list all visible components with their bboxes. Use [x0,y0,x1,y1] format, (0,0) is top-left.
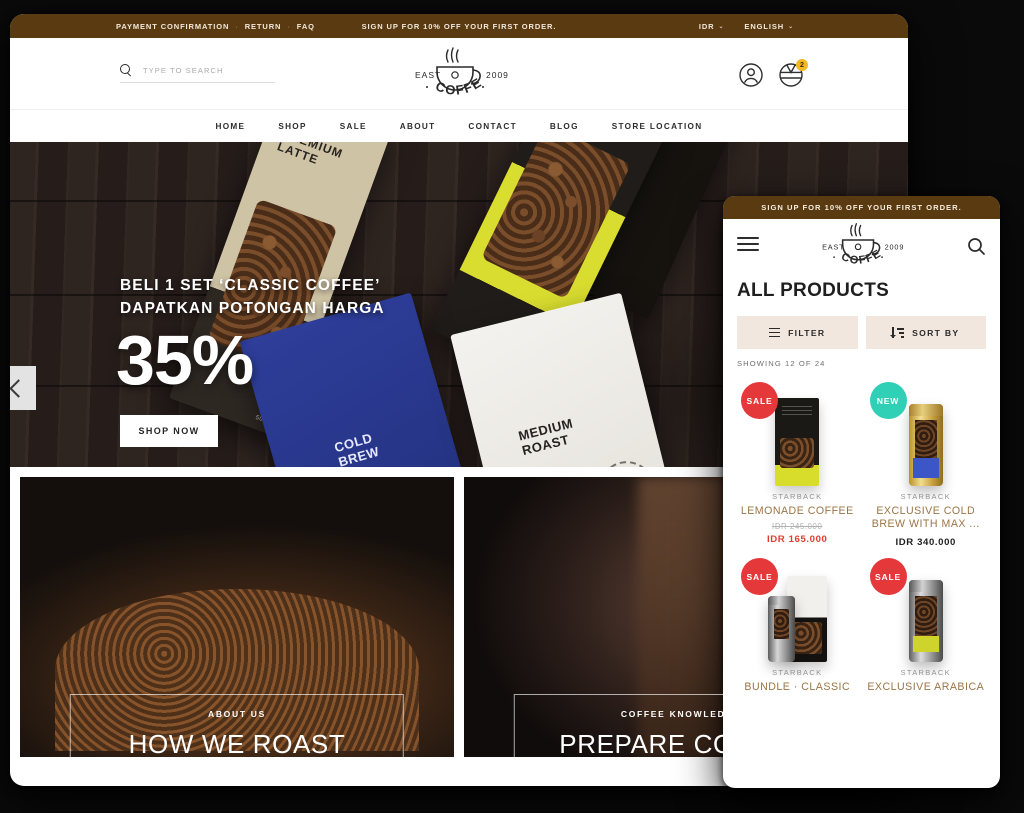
hamburger-icon-line [737,243,759,245]
promo-title: HOW WE ROAST [128,729,346,757]
filter-button[interactable]: FILTER [737,316,858,349]
hero-headline-line1: BELI 1 SET ‘CLASSIC COFFEE’ [120,277,381,294]
product-image: SALE [866,552,987,663]
package-illustration [767,576,827,663]
language-label: ENGLISH [744,21,785,31]
header-icon-group: 2 [738,59,808,88]
product-brand: STARBACK [900,492,951,501]
hamburger-icon-line [737,249,759,251]
product-image: NEW [866,376,987,486]
nav-item-shop[interactable]: SHOP [278,122,306,131]
coffee-cup-logo-icon: EAST 2009 COFFEE [807,213,905,267]
product-brand: STARBACK [772,668,823,678]
package-illustration [908,580,943,663]
product-card[interactable]: NEW STARBACK EXCLUSIVE COLD BREW WITH MA… [866,376,987,548]
carousel-prev-button[interactable] [10,366,36,410]
status-badge: SALE [741,382,778,419]
cart-count-badge: 2 [796,59,808,71]
site-header: EAST 2009 COFFEE [10,38,908,109]
promo-kicker: ABOUT US [208,709,266,719]
cart-button[interactable]: 2 [778,59,808,88]
nav-item-home[interactable]: HOME [216,122,246,131]
nav-item-contact[interactable]: CONTACT [468,122,517,131]
product-price: IDR 165.000 [767,534,828,546]
nav-item-about[interactable]: ABOUT [400,122,436,131]
svg-text:2009: 2009 [885,242,905,251]
promo-title: PREPARE COFFEE [559,729,803,757]
status-badge: SALE [869,558,907,596]
bag-label-premium-latte: PREMIUM LATTE [275,142,345,167]
svg-text:EAST: EAST [822,242,844,251]
hero-headline-line2: DAPATKAN POTONGAN HARGA [120,300,385,318]
nav-item-sale[interactable]: SALE [340,122,367,131]
shop-now-button[interactable]: SHOP NOW [120,415,218,447]
mobile-search-button[interactable] [967,237,986,261]
search-icon [120,64,133,77]
coffee-cup-logo-icon: EAST 2009 COFFEE [401,46,509,98]
currency-label: IDR [698,21,715,31]
svg-text:2009: 2009 [486,70,509,80]
product-image: SALE [737,552,858,663]
nav-item-store-location[interactable]: STORE LOCATION [612,122,703,131]
promo-card-about-us[interactable]: ABOUT US HOW WE ROAST [20,477,454,757]
product-old-price: IDR 245.000 [772,522,823,532]
hamburger-icon-line [737,237,759,239]
mobile-header: EAST 2009 COFFEE [723,213,1000,275]
product-image: SALE [737,376,858,486]
hero-copy: BELI 1 SET ‘CLASSIC COFFEE’ DAPATKAN POT… [116,274,385,447]
language-selector[interactable]: ENGLISH ⌄ [744,22,794,31]
product-card[interactable]: SALE STARBACK BUNDLE · CLASSIC [737,552,858,694]
product-meta: STARBACK BUNDLE · CLASSIC [737,662,858,694]
list-controls: FILTER SORT BY [737,316,986,349]
package-illustration [775,398,820,486]
mobile-announcement-bar: SIGN UP FOR 10% OFF YOUR FIRST ORDER. [723,196,1000,219]
locale-selectors: IDR ⌄ ENGLISH ⌄ [699,22,794,31]
product-card[interactable]: SALE STARBACK EXCLUSIVE ARABICA [866,552,987,694]
package-illustration [908,404,943,486]
page-title: ALL PRODUCTS [737,280,890,301]
nav-item-blog[interactable]: BLOG [550,122,579,131]
announcement-bar: PAYMENT CONFIRMATION · RETURN · FAQ SIGN… [10,14,908,38]
chevron-down-icon: ⌄ [788,23,794,30]
chevron-down-icon: ⌄ [718,23,725,30]
search-icon [968,238,985,255]
results-count: SHOWING 12 OF 24 [737,359,826,368]
hero-discount-value: 35% [116,320,254,399]
promo-caption: COFFEE KNOWLEDGE PREPARE COFFEE [513,694,849,757]
mobile-content: ALL PRODUCTS FILTER SORT BY SHOWING 12 O… [723,280,1000,695]
sort-icon [890,327,905,338]
user-icon [739,63,763,87]
sort-label: SORT BY [912,327,960,338]
sort-by-button[interactable]: SORT BY [865,316,986,349]
product-brand: STARBACK [900,668,951,678]
site-logo[interactable]: EAST 2009 COFFEE [394,46,524,102]
product-price: IDR 340.000 [895,537,956,549]
menu-button[interactable] [737,237,759,251]
product-meta: STARBACK EXCLUSIVE COLD BREW WITH MAX ..… [866,486,987,548]
product-name[interactable]: BUNDLE · CLASSIC [737,681,858,694]
filter-label: FILTER [788,327,826,338]
product-meta: STARBACK LEMONADE COFFEE IDR 245.000 IDR… [737,486,858,545]
currency-selector[interactable]: IDR ⌄ [699,22,725,31]
product-name[interactable]: EXCLUSIVE COLD BREW WITH MAX ... [866,505,987,531]
product-meta: STARBACK EXCLUSIVE ARABICA [866,662,987,694]
search-box[interactable] [120,64,275,83]
chevron-left-icon [10,378,28,398]
product-name[interactable]: LEMONADE COFFEE [737,505,858,518]
filter-icon [769,327,781,338]
promo-kicker: COFFEE KNOWLEDGE [620,709,742,719]
svg-text:EAST: EAST [415,70,441,80]
product-name[interactable]: EXCLUSIVE ARABICA [866,681,987,694]
promo-caption: ABOUT US HOW WE ROAST [69,694,405,757]
screenshot-stage: PAYMENT CONFIRMATION · RETURN · FAQ SIGN… [0,0,1024,813]
account-button[interactable] [738,62,764,88]
product-brand: STARBACK [772,492,823,501]
search-input[interactable] [141,65,275,76]
bag-label-medium-roast: MEDIUM ROAST [516,415,575,458]
main-navigation: HOME SHOP SALE ABOUT CONTACT BLOG STORE … [10,109,908,142]
status-badge: NEW [869,382,907,419]
product-grid: SALE STARBACK LEMONADE COFFEE IDR 245.00… [737,376,986,695]
product-card[interactable]: SALE STARBACK LEMONADE COFFEE IDR 245.00… [737,376,858,548]
mobile-site-logo[interactable]: EAST 2009 COFFEE [807,213,914,275]
